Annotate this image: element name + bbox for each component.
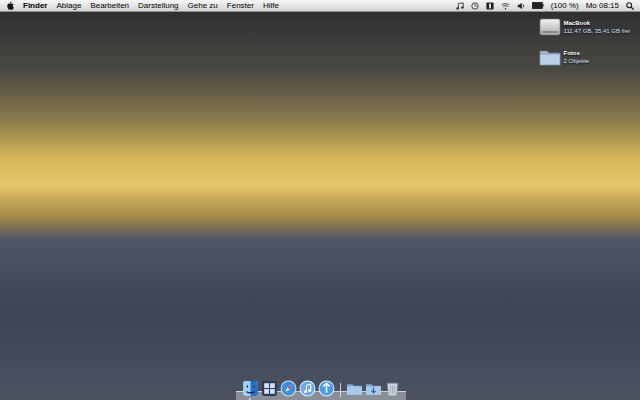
running-indicator xyxy=(353,398,355,400)
running-indicator xyxy=(287,398,289,400)
menu-item[interactable]: Gehe zu xyxy=(188,2,218,10)
dock xyxy=(236,374,406,400)
menu-bar: Finder Ablage Bearbeiten Darstellung Gehe zu… xyxy=(0,0,640,12)
desktop-icon-label: Fotos2 Objekte xyxy=(564,49,590,65)
spaces-icon[interactable] xyxy=(261,380,278,397)
running-indicator xyxy=(306,398,308,400)
clock[interactable]: Mo 08:15 xyxy=(586,2,619,10)
desktop-icon[interactable]: Fotos2 Objekte xyxy=(539,46,630,68)
running-indicator xyxy=(325,398,327,400)
menu-item[interactable]: Hilfe xyxy=(263,2,279,10)
menu-item[interactable]: Ablage xyxy=(56,2,81,10)
icon-name: MacBook xyxy=(564,19,630,27)
battery-icon[interactable] xyxy=(532,2,544,9)
spotlight-icon[interactable] xyxy=(626,2,634,10)
dock-item[interactable] xyxy=(261,380,278,397)
trash-icon[interactable] xyxy=(384,380,401,397)
itunes-icon[interactable] xyxy=(299,380,316,397)
apple-icon[interactable] xyxy=(6,1,14,10)
running-indicator xyxy=(249,398,251,400)
icon-info: 111,47 GB, 35,41 GB frei xyxy=(564,27,630,35)
icon-info: 2 Objekte xyxy=(564,57,590,65)
spaces-icon[interactable] xyxy=(486,2,494,10)
wifi-icon[interactable] xyxy=(501,2,510,10)
hard-drive-icon[interactable] xyxy=(539,16,561,38)
desktop-icon-label: MacBook111,47 GB, 35,41 GB frei xyxy=(564,19,630,35)
menu-item[interactable]: Fenster xyxy=(227,2,254,10)
dock-item[interactable] xyxy=(318,380,335,397)
menu-item[interactable]: Darstellung xyxy=(138,2,178,10)
dock-item[interactable] xyxy=(384,380,401,397)
dock-item[interactable] xyxy=(280,380,297,397)
downloads-icon[interactable] xyxy=(365,380,382,397)
volume-icon[interactable] xyxy=(517,2,525,10)
folder-icon[interactable] xyxy=(346,380,363,397)
dock-separator xyxy=(340,383,341,397)
mail-icon[interactable] xyxy=(318,380,335,397)
folder-icon[interactable] xyxy=(539,46,561,68)
menu-item[interactable]: Bearbeiten xyxy=(90,2,129,10)
dock-item[interactable] xyxy=(346,380,363,397)
dock-item[interactable] xyxy=(242,380,259,397)
dock-item[interactable] xyxy=(299,380,316,397)
running-indicator xyxy=(391,398,393,400)
time-machine-icon[interactable] xyxy=(471,2,479,10)
app-menu[interactable]: Finder xyxy=(23,2,47,10)
dock-item[interactable] xyxy=(365,380,382,397)
icon-name: Fotos xyxy=(564,49,590,57)
running-indicator xyxy=(372,398,374,400)
battery-status[interactable]: (100 %) xyxy=(551,2,579,10)
desktop-icon[interactable]: MacBook111,47 GB, 35,41 GB frei xyxy=(539,16,630,38)
finder-icon[interactable] xyxy=(242,380,259,397)
safari-icon[interactable] xyxy=(280,380,297,397)
running-indicator xyxy=(268,398,270,400)
music-icon[interactable] xyxy=(456,2,464,10)
desktop: Finder Ablage Bearbeiten Darstellung Gehe zu… xyxy=(0,0,640,400)
